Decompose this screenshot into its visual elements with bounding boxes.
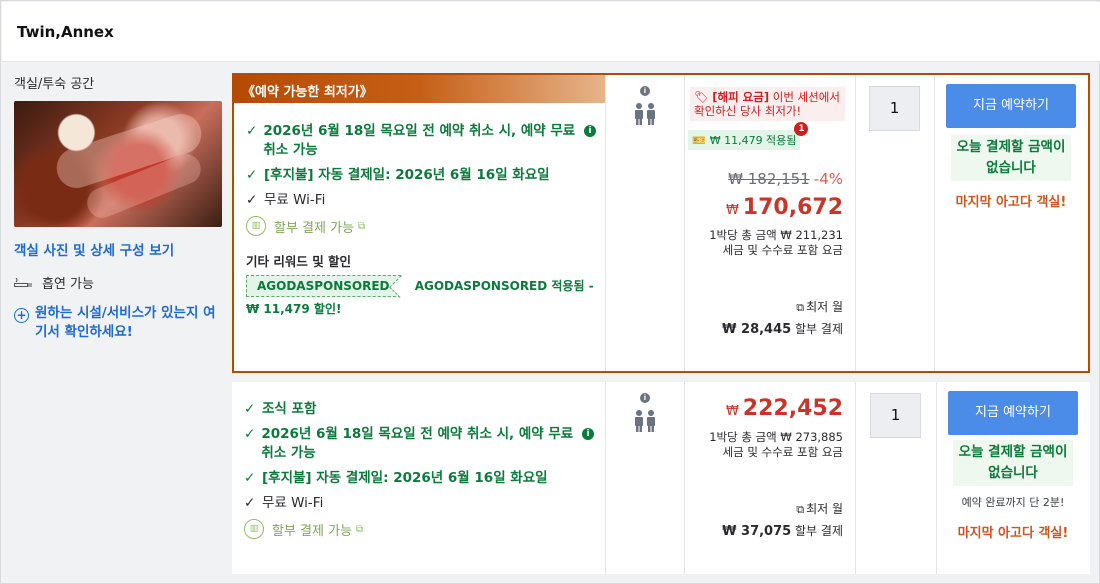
check-icon: ✓ [244, 401, 256, 417]
installment-icon: ▥ [246, 216, 266, 236]
tag-icon: 🏷 [694, 90, 709, 104]
two-adults-icon [635, 410, 655, 432]
installment-link[interactable]: ▥ 할부 결제 가능 ⧉ [246, 216, 596, 236]
room-panel: Twin,Annex 객실/투숙 공간 객실 사진 및 상세 구성 보기 흡연 … [0, 0, 1100, 584]
monthly-label: ⧉ 최저 월 [796, 300, 843, 314]
original-price: ₩ 182,151 -4% [728, 170, 843, 188]
external-link-icon: ⧉ [796, 503, 805, 516]
monthly-label: ⧉ 최저 월 [796, 502, 843, 516]
info-icon[interactable]: i [640, 86, 650, 96]
feature-pay-later: ✓ [후지불] 자동 결제일: 2026년 6월 16일 화요일 [244, 470, 548, 486]
final-price: ₩222,452 [725, 396, 843, 421]
coupon-code-tag: AGODASPONSORED [246, 275, 401, 297]
feature-wifi: ✓ 무료 Wi-Fi [244, 495, 324, 511]
room-quantity-select[interactable]: 1 [869, 86, 920, 131]
check-icon: ✓ [246, 167, 258, 183]
coupon-count-badge: 1 [794, 122, 809, 136]
feature-pay-later: ✓ [후지불] 자동 결제일: 2026년 6월 16일 화요일 [246, 167, 550, 183]
room-header: Twin,Annex [2, 2, 1100, 62]
installment-icon: ▥ [244, 519, 264, 539]
two-adults-icon [635, 103, 655, 125]
feature-breakfast: ✓ 조식 포함 [244, 401, 317, 417]
book-col: 지금 예약하기 오늘 결제할 금액이 없습니다 예약 완료까지 단 2분! 마지… [937, 382, 1090, 574]
feature-wifi: ✓ 무료 Wi-Fi [246, 192, 326, 208]
info-icon[interactable]: i [582, 428, 594, 440]
booking-countdown: 예약 완료까지 단 2분! [961, 496, 1065, 509]
offer-features: ✓ 조식 포함 ✓ 2026년 6월 18일 목요일 전 예약 취소 시, 예약 무… [232, 382, 606, 574]
check-icon: ✓ [246, 123, 258, 139]
room-photo[interactable] [14, 101, 222, 227]
last-room-notice: 마지막 아고다 객실! [957, 526, 1069, 541]
coupon-row: AGODASPONSORED AGODASPONSORED 적용됨 - ₩ 11… [246, 275, 596, 321]
facility-link[interactable]: + 원하는 시설/서비스가 있는지 여기서 확인하세요! [14, 304, 224, 342]
external-link-icon: ⧉ [358, 220, 366, 232]
no-payment-today: 오늘 결제할 금액이 없습니다 [951, 135, 1071, 181]
discount-percent: -4% [813, 170, 843, 188]
no-payment-today: 오늘 결제할 금액이 없습니다 [953, 440, 1073, 486]
offer-card-2: ✓ 조식 포함 ✓ 2026년 6월 18일 목요일 전 예약 취소 시, 예약 무… [232, 382, 1090, 574]
external-link-icon: ⧉ [356, 523, 364, 535]
smoking-label: 흡연 가능 [42, 277, 94, 292]
plus-circle-icon: + [14, 308, 29, 323]
check-icon: ✓ [244, 495, 256, 511]
room-photos-link[interactable]: 객실 사진 및 상세 구성 보기 [14, 239, 224, 259]
monthly-amount: ₩ 28,445 할부 결제 [722, 322, 843, 337]
feature-free-cancel: ✓ 2026년 6월 18일 목요일 전 예약 취소 시, 예약 무료 취소 가능… [244, 425, 594, 463]
coupon-applied-badge[interactable]: 🎫 ₩ 11,479 적용됨 1 [688, 122, 809, 150]
price-col: 🏷 [해피 요금] 이번 세션에서 확인하신 당사 최저가! 🎫 ₩ 11,47… [685, 75, 856, 371]
feature-list: ✓ 조식 포함 ✓ 2026년 6월 18일 목요일 전 예약 취소 시, 예약 무… [244, 400, 594, 539]
feature-free-cancel: ✓ 2026년 6월 18일 목요일 전 예약 취소 시, 예약 무료 취소 가능… [246, 122, 596, 160]
final-price: ₩170,672 [725, 195, 843, 220]
check-icon: ✓ [244, 470, 256, 486]
coupon-icon: 🎫 [692, 133, 706, 147]
room-info: 객실/투숙 공간 객실 사진 및 상세 구성 보기 흡연 가능 + 원하는 시설… [14, 73, 224, 342]
feature-list: ✓ 2026년 6월 18일 목요일 전 예약 취소 시, 예약 무료 취소 가능… [246, 122, 596, 236]
section-label: 객실/투숙 공간 [14, 77, 95, 92]
per-night-total: 1박당 총 금액 ₩ 273,885 세금 및 수수료 포함 요금 [709, 430, 843, 459]
external-link-icon: ⧉ [796, 301, 805, 314]
occupancy-col: i [606, 382, 685, 574]
installment-link[interactable]: ▥ 할부 결제 가능 ⧉ [244, 519, 594, 539]
lowest-price-banner: 《예약 가능한 최저가》 [234, 75, 605, 103]
room-title: Twin,Annex [17, 23, 114, 41]
monthly-amount: ₩ 37,075 할부 결제 [722, 524, 843, 539]
smoking-icon [14, 277, 32, 287]
room-quantity-select[interactable]: 1 [870, 393, 921, 438]
price-col: ₩222,452 1박당 총 금액 ₩ 273,885 세금 및 수수료 포함 … [685, 382, 856, 574]
other-rewards-label: 기타 리워드 및 할인 [246, 254, 352, 269]
info-icon[interactable]: i [640, 393, 650, 403]
last-room-notice: 마지막 아고다 객실! [955, 195, 1067, 210]
occupancy[interactable]: i [633, 86, 657, 130]
facility-link-label: 원하는 시설/서비스가 있는지 여기서 확인하세요! [35, 305, 216, 340]
check-icon: ✓ [246, 192, 258, 208]
occupancy[interactable]: i [633, 393, 657, 437]
info-icon[interactable]: i [584, 125, 596, 137]
quantity-col: 1 [856, 75, 935, 371]
currency-symbol: ₩ [725, 203, 739, 218]
smoking-info: 흡연 가능 [14, 273, 224, 292]
currency-symbol: ₩ [725, 404, 739, 419]
book-col: 지금 예약하기 오늘 결제할 금액이 없습니다 마지막 아고다 객실! [935, 75, 1090, 371]
book-now-button[interactable]: 지금 예약하기 [948, 391, 1078, 435]
offer-card-1: 《예약 가능한 최저가》 ✓ 2026년 6월 18일 목요일 전 예약 취소 시… [232, 73, 1090, 373]
check-icon: ✓ [244, 426, 256, 442]
per-night-total: 1박당 총 금액 ₩ 211,231 세금 및 수수료 포함 요금 [709, 228, 843, 257]
offer-features: 《예약 가능한 최저가》 ✓ 2026년 6월 18일 목요일 전 예약 취소 시… [234, 75, 606, 371]
quantity-col: 1 [856, 382, 937, 574]
occupancy-col: i [606, 75, 685, 371]
happy-rate-notice: 🏷 [해피 요금] 이번 세션에서 확인하신 당사 최저가! [690, 87, 845, 121]
book-now-button[interactable]: 지금 예약하기 [946, 84, 1076, 128]
